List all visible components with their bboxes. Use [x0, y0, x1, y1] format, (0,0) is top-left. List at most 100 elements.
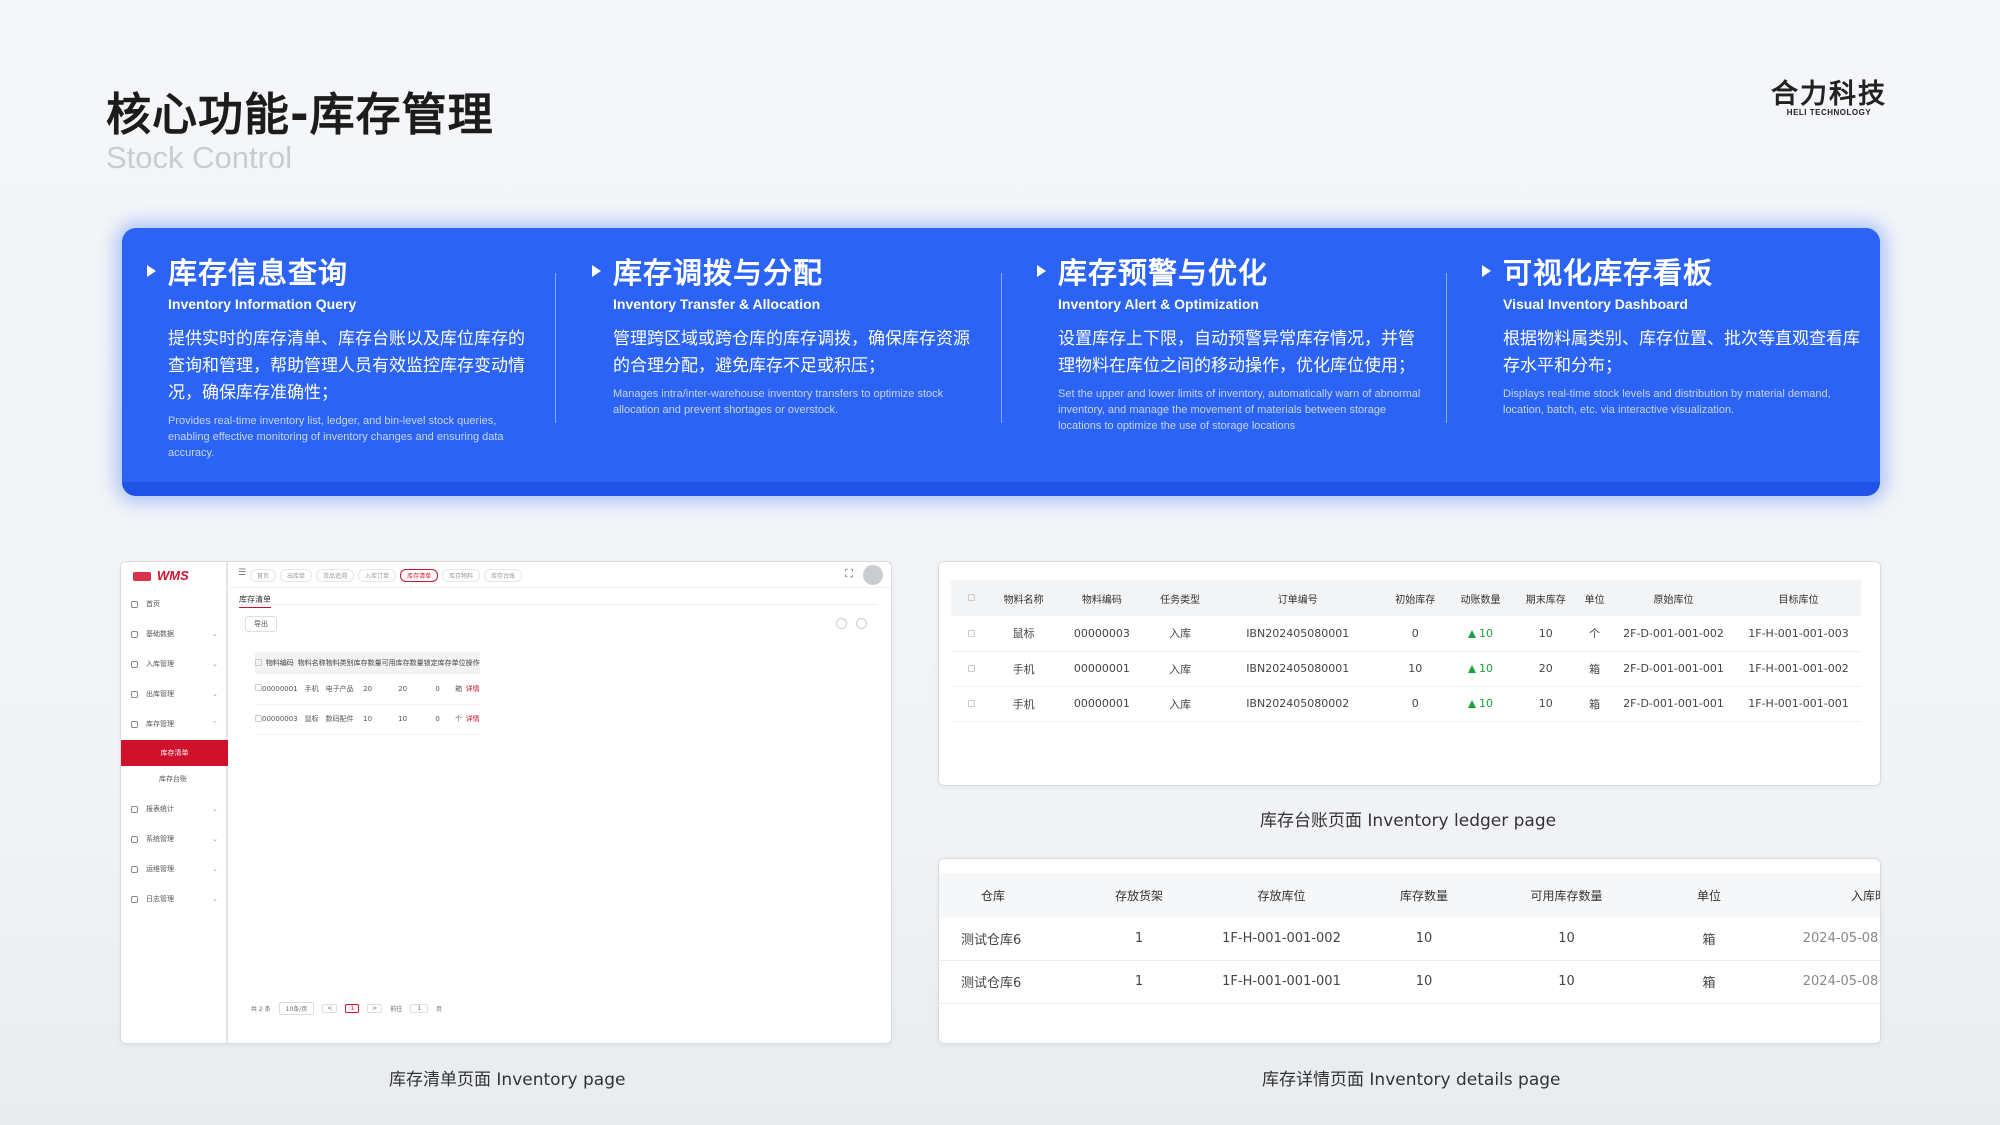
row-checkbox[interactable] — [255, 704, 262, 735]
tab-inbound-order[interactable]: 入库订单 — [358, 569, 397, 582]
feature-card: 库存信息查询 Inventory Information Query 提供实时的… — [147, 250, 533, 461]
sidebar-item-inventory[interactable]: 库存管理 ⌃ — [121, 712, 228, 736]
change-value: 10 — [1479, 626, 1493, 640]
feature-description: 管理跨区域或跨仓库的库存调拨，确保库存资源的合理分配，避免库存不足或积压； — [613, 329, 970, 376]
column-header: 期末库存 — [1513, 580, 1579, 616]
tab-outbound-order[interactable]: 出库单 — [280, 569, 313, 582]
table-cell: 入库 — [1147, 651, 1213, 687]
table-row: 手机 00000001 入库 IBN202405080002 0 10 10 箱… — [951, 686, 1861, 722]
logo-text: 合力科技 — [1771, 79, 1887, 110]
column-header: 任务类型 — [1147, 580, 1213, 616]
tab-trace[interactable]: 货品追溯 — [316, 569, 355, 582]
sidebar-item-system[interactable]: 系统管理 ⌄ — [121, 827, 228, 851]
sidebar-item-logs[interactable]: 日志管理 ⌄ — [121, 887, 228, 911]
feature-card: 库存预警与优化 Inventory Alert & Optimization 设… — [1037, 250, 1423, 434]
row-checkbox[interactable] — [951, 651, 991, 687]
column-header: 物料名称 — [991, 580, 1057, 616]
sidebar-item-ops[interactable]: 运维管理 ⌄ — [121, 857, 228, 881]
sidebar-item-reports[interactable]: 报表统计 ⌄ — [121, 797, 228, 821]
select-all-checkbox[interactable] — [951, 580, 991, 616]
avatar[interactable] — [863, 565, 883, 585]
triangle-bullet-icon — [1037, 265, 1046, 277]
column-header: 库存数量 — [353, 652, 382, 674]
table-header-row: 物料编码 物料名称 物料类别 库存数量 可用库存数量 锁定库存 单位 操作 — [255, 652, 480, 674]
goto-suffix: 页 — [436, 1006, 443, 1013]
chevron-down-icon: ⌄ — [212, 660, 218, 668]
change-quantity: 10 — [1447, 616, 1514, 652]
feature-banner: 库存信息查询 Inventory Information Query 提供实时的… — [122, 228, 1880, 496]
menu-toggle-icon[interactable]: ☰ — [238, 568, 246, 578]
column-header: 单位 — [1639, 873, 1779, 917]
table-cell: 10 — [1513, 686, 1579, 722]
table-cell: 手机 — [297, 674, 326, 705]
table-cell: 00000003 — [1056, 616, 1148, 652]
goto-page-input[interactable]: 1 — [410, 1004, 429, 1013]
chevron-down-icon: ⌄ — [212, 865, 218, 873]
sidebar-item-outbound[interactable]: 出库管理 ⌄ — [121, 682, 228, 706]
table-cell: 10 — [1494, 960, 1639, 1004]
chevron-up-icon: ⌃ — [212, 720, 218, 728]
chevron-down-icon: ⌄ — [212, 895, 218, 903]
table-cell: 2024-05-08 09 — [1779, 917, 1880, 961]
table-cell: 电子产品 — [325, 674, 354, 705]
table-cell: 数码配件 — [325, 704, 354, 735]
tab-home[interactable]: 首页 — [250, 569, 277, 582]
column-header: 操作 — [465, 652, 480, 674]
table-cell: 10 — [1382, 651, 1448, 687]
tab-inventory-list[interactable]: 库存清单 — [400, 569, 439, 582]
row-checkbox[interactable] — [255, 674, 262, 705]
caption-ledger-page: 库存台账页面 Inventory ledger page — [1260, 811, 1557, 831]
arrow-up-icon — [1468, 665, 1476, 673]
tab-inventory-ledger[interactable]: 库存台账 — [484, 569, 523, 582]
table-cell: 测试仓库6 — [939, 960, 1069, 1004]
sidebar-item-label: 库存台账 — [159, 775, 187, 783]
arrow-up-icon — [1468, 700, 1476, 708]
table-cell: 手机 — [991, 686, 1057, 722]
sidebar-item-home[interactable]: 首页 — [121, 592, 228, 616]
select-all-checkbox[interactable] — [255, 652, 262, 674]
table-cell: 00000001 — [1056, 651, 1148, 687]
table-header-row: 仓库 存放货架 存放库位 库存数量 可用库存数量 单位 入库时间 — [939, 873, 1880, 917]
sidebar-item-inbound[interactable]: 入库管理 ⌄ — [121, 652, 228, 676]
next-page-button[interactable]: > — [367, 1004, 383, 1013]
chevron-down-icon: ⌄ — [212, 630, 218, 638]
column-header: 锁定库存 — [423, 652, 452, 674]
goto-label: 前往 — [390, 1006, 403, 1013]
change-quantity: 10 — [1447, 686, 1514, 722]
sidebar-item-basic-data[interactable]: 基础数据 ⌄ — [121, 622, 228, 646]
tab-inventory-material[interactable]: 库存物料 — [442, 569, 481, 582]
feature-subtitle: Inventory Transfer & Allocation — [613, 296, 821, 312]
current-page[interactable]: 1 — [345, 1004, 360, 1013]
table-row: 测试仓库6 1 1F-H-001-001-001 10 10 箱 2024-05… — [939, 960, 1880, 1004]
prev-page-button[interactable]: < — [322, 1004, 338, 1013]
table-header-row: 物料名称 物料编码 任务类型 订单编号 初始库存 动账数量 期末库存 单位 原始… — [951, 580, 1861, 616]
fullscreen-icon[interactable]: ⛶ — [845, 567, 853, 581]
sidebar-item-inventory-ledger[interactable]: 库存台账 — [121, 767, 228, 791]
table-cell: 20 — [381, 674, 424, 705]
home-icon — [131, 600, 138, 608]
refresh-icon[interactable] — [836, 618, 847, 629]
table-cell: 箱 — [1639, 917, 1779, 961]
table-cell: 鼠标 — [991, 616, 1057, 652]
table-cell: 0 — [423, 674, 452, 705]
row-checkbox[interactable] — [951, 616, 991, 652]
table-cell: 00000003 — [262, 704, 298, 735]
chevron-down-icon: ⌄ — [212, 805, 218, 813]
detail-link[interactable]: 详情 — [465, 704, 480, 735]
log-icon — [131, 895, 138, 903]
sidebar-item-label: 运维管理 — [146, 865, 174, 873]
table-cell: 10 — [1513, 616, 1579, 652]
sidebar-item-label: 首页 — [146, 600, 160, 608]
page-size-select[interactable]: 10条/页 — [278, 1002, 315, 1015]
feature-title: 库存信息查询 — [168, 256, 349, 290]
row-checkbox[interactable] — [951, 686, 991, 722]
export-button[interactable]: 导出 — [245, 616, 277, 632]
table-cell: 1F-H-001-001-001 — [1736, 686, 1861, 722]
checkbox-icon — [967, 700, 975, 707]
table-cell: 箱 — [1578, 686, 1611, 722]
feature-subtitle: Visual Inventory Dashboard — [1503, 296, 1688, 312]
sidebar-item-inventory-list[interactable]: 库存清单 — [121, 740, 228, 766]
detail-link[interactable]: 详情 — [465, 674, 480, 705]
caption-inventory-page: 库存清单页面 Inventory page — [389, 1070, 626, 1090]
search-icon[interactable] — [856, 618, 867, 629]
